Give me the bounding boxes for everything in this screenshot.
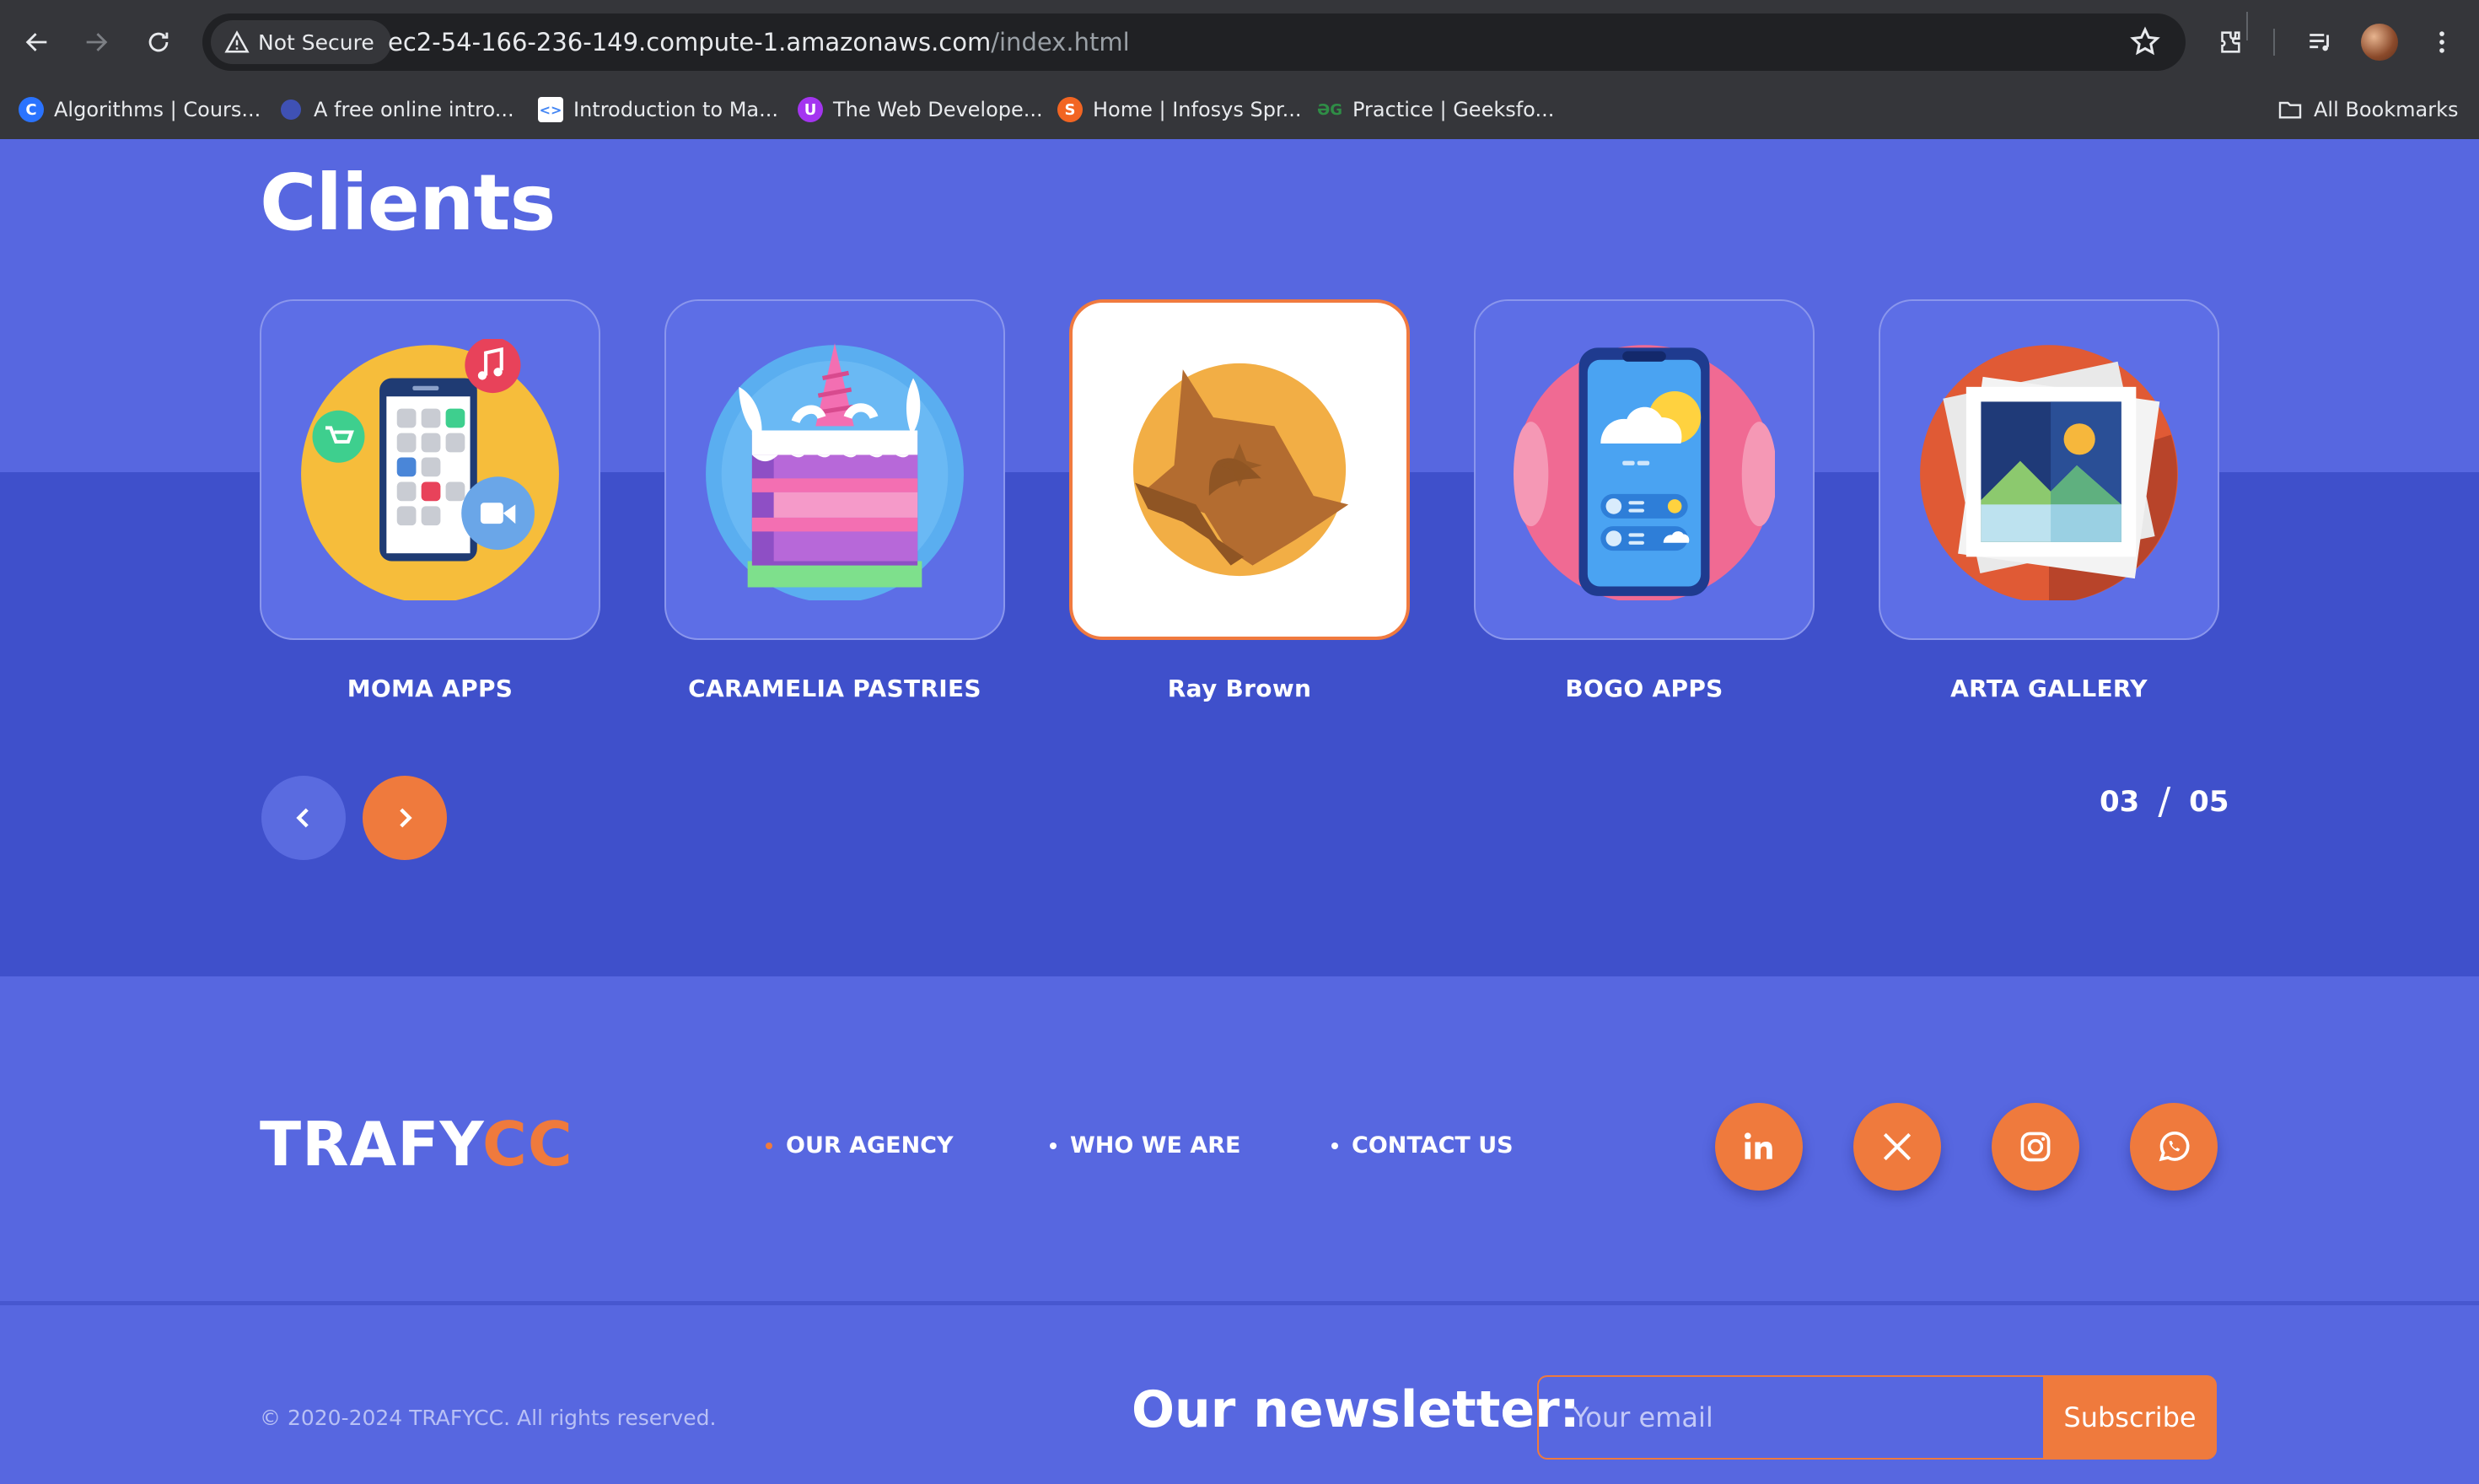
bookmark-label: A free online intro... [314,98,514,121]
client-label: Ray Brown [1167,675,1312,702]
browser-chrome: Not Secure ec2-54-166-236-149.compute-1.… [0,0,2479,139]
bookmark-item[interactable]: S Home | Infosys Spr... [1057,93,1302,126]
reload-button[interactable] [137,20,180,64]
newsletter-email-input[interactable] [1537,1375,2043,1460]
bookmark-item[interactable]: A free online intro... [278,93,514,126]
footer-link-contact-us[interactable]: CONTACT US [1331,1132,1514,1159]
profile-avatar[interactable] [2361,24,2398,61]
next-button[interactable] [363,776,447,860]
newsletter-title: Our newsletter: [1132,1380,1580,1439]
geeksforgeeks-icon: ƏG [1316,100,1343,119]
previous-button[interactable] [261,776,346,860]
media-control-button[interactable] [2302,24,2339,61]
weather-phone-icon [1514,345,1775,600]
subscribe-button[interactable]: Subscribe [2043,1375,2217,1460]
folder-icon [2278,101,2302,119]
dot-icon [278,97,304,122]
address-bar[interactable]: Not Secure ec2-54-166-236-149.compute-1.… [202,13,2186,71]
client-label: BOGO APPS [1565,675,1723,702]
puzzle-icon [2221,31,2240,53]
footer-link-who-we-are[interactable]: WHO WE ARE [1050,1132,1241,1159]
total-slides: 05 [2189,784,2229,819]
all-bookmarks-label: All Bookmarks [2314,98,2459,121]
footer-link-label: CONTACT US [1352,1132,1514,1159]
bookmark-label: Introduction to Ma... [573,98,778,121]
web-page: Clients MOMA APPS CARAMELIA PASTRIES Ray… [0,139,2479,1484]
url-text[interactable]: ec2-54-166-236-149.compute-1.amazonaws.c… [388,13,1130,71]
chevron-right-icon [400,808,412,828]
footer-link-our-agency[interactable]: OUR AGENCY [766,1132,954,1159]
whatsapp-button[interactable] [2130,1103,2218,1191]
bookmark-label: Practice | Geeksfo... [1352,98,1555,121]
logo-text-accent: CC [482,1109,573,1180]
footer-logo[interactable]: TRAFYCC [260,1109,573,1180]
back-button[interactable] [15,20,59,64]
footer-divider [0,1301,2479,1305]
bookmarks-divider [2246,12,2248,40]
toolbar-divider [2273,29,2275,56]
footer-link-label: OUR AGENCY [786,1132,954,1159]
warning-icon [224,30,250,53]
client-label: CARAMELIA PASTRIES [688,675,981,702]
client-card-moma-apps[interactable] [260,299,600,640]
client-label: MOMA APPS [347,675,514,702]
copyright-text: © 2020-2024 TRAFYCC. All rights reserved… [260,1406,717,1430]
fox-icon [1132,363,1349,577]
coursera-icon: C [19,97,44,122]
code-icon: <> [538,97,563,122]
bookmark-label: Home | Infosys Spr... [1093,98,1302,121]
footer-link-label: WHO WE ARE [1070,1132,1241,1159]
bookmark-label: The Web Develope... [833,98,1043,121]
client-card-arta-gallery[interactable] [1879,299,2219,640]
bookmark-item[interactable]: U The Web Develope... [798,93,1043,126]
current-slide: 03 [2100,784,2140,819]
bookmark-item[interactable]: C Algorithms | Cours... [19,93,261,126]
more-vertical-icon [2439,31,2444,53]
counter-separator: / [2158,780,2171,823]
infosys-icon: S [1057,97,1083,122]
instagram-button[interactable] [1992,1103,2079,1191]
clients-title: Clients [260,158,556,248]
url-path: /index.html [991,28,1130,56]
client-card-ray-brown[interactable] [1069,299,1410,640]
whatsapp-icon [2159,1132,2190,1162]
reload-icon [148,32,169,52]
url-host: ec2-54-166-236-149.compute-1.amazonaws.c… [388,28,992,56]
security-chip[interactable]: Not Secure [211,20,391,64]
bookmark-item[interactable]: <> Introduction to Ma... [538,93,778,126]
bullet-dot [1050,1142,1057,1149]
bullet-dot [766,1142,772,1149]
browser-toolbar: Not Secure ec2-54-166-236-149.compute-1.… [0,0,2479,84]
security-label: Not Secure [258,30,374,55]
x-button[interactable] [1853,1103,1941,1191]
linkedin-icon [1744,1132,1772,1159]
instagram-icon [2020,1132,2051,1162]
arrow-left-icon [25,33,47,51]
bookmark-label: Algorithms | Cours... [54,98,261,121]
browser-menu-button[interactable] [2423,24,2460,61]
extensions-button[interactable] [2211,24,2248,61]
client-card-bogo-apps[interactable] [1474,299,1815,640]
chevron-left-icon [296,808,309,828]
unicorn-cake-icon [706,343,964,600]
bullet-dot [1331,1142,1338,1149]
client-card-caramelia-pastries[interactable] [664,299,1005,640]
all-bookmarks-button[interactable]: All Bookmarks [2277,93,2458,126]
linkedin-button[interactable] [1715,1103,1803,1191]
bookmark-item[interactable]: ƏG Practice | Geeksfo... [1317,93,1554,126]
x-icon [1883,1132,1912,1161]
arrow-right-icon [86,33,108,51]
bookmarks-bar: C Algorithms | Cours... A free online in… [0,84,2479,135]
mobile-apps-icon [301,339,559,600]
forward-button[interactable] [74,20,118,64]
media-queue-icon [2310,34,2329,51]
udemy-icon: U [798,97,823,122]
picture-gallery-icon [1920,345,2178,600]
bookmark-star-icon[interactable] [2128,25,2162,59]
slide-counter: 03 / 05 [2100,780,2229,823]
logo-text-main: TRAFY [260,1109,483,1180]
client-label: ARTA GALLERY [1950,675,2148,702]
